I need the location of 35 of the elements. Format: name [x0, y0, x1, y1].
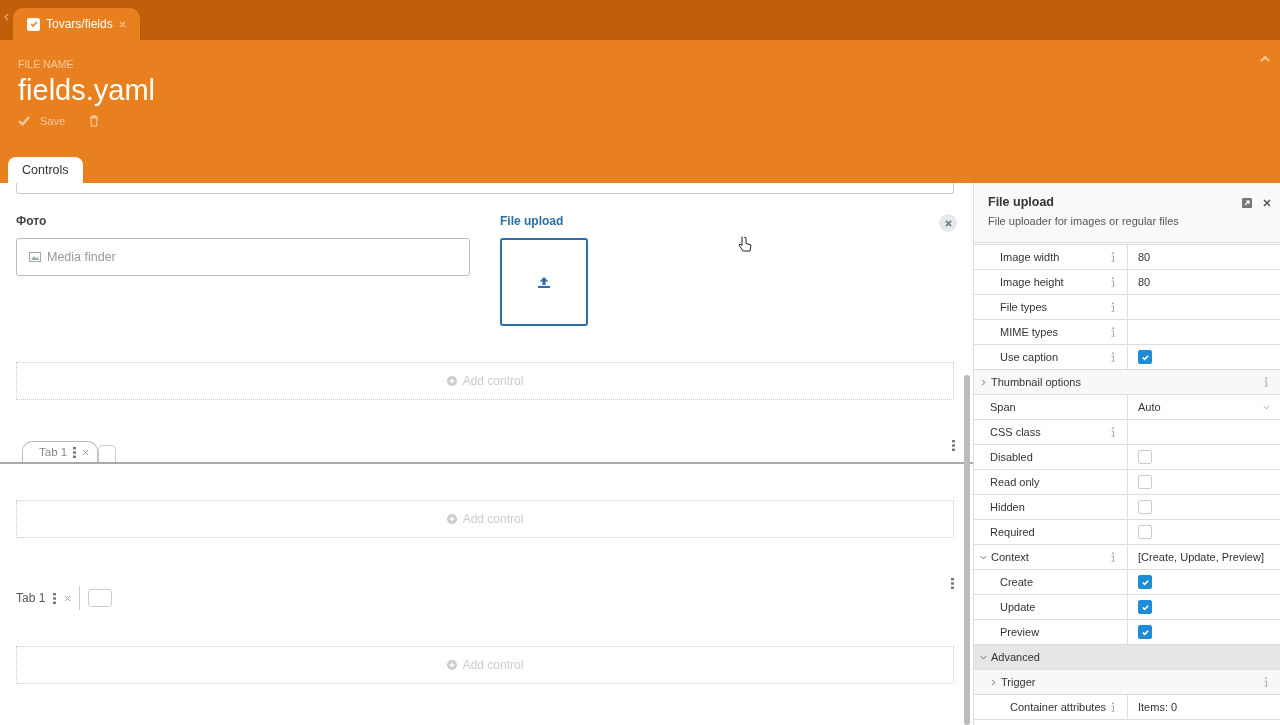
property-label: Thumbnail options — [991, 376, 1081, 388]
property-label: Required — [990, 526, 1035, 538]
file-name: fields.yaml — [18, 74, 156, 107]
property-label: Disabled — [990, 451, 1033, 463]
property-label: Use caption — [1000, 351, 1059, 363]
property-input[interactable]: 80 — [1128, 270, 1280, 294]
field-label: File upload — [500, 214, 564, 228]
property-label: Create — [1000, 576, 1034, 588]
property-label: Update — [1000, 601, 1036, 613]
property-label: Image height — [1000, 276, 1064, 288]
field-caption: FILE NAME — [18, 58, 75, 70]
property-label: Image width — [1000, 251, 1060, 263]
inspector-title: File upload — [988, 195, 1054, 209]
property-label: CSS class — [990, 426, 1041, 438]
inspector-description: File uploader for images or regular files — [988, 215, 1180, 227]
property-label: Preview — [1000, 626, 1040, 638]
property-label: Read only — [990, 476, 1040, 488]
tab[interactable]: Controls — [8, 157, 83, 183]
property-label: Container attributes — [1010, 701, 1106, 713]
property-label: Span — [990, 401, 1016, 413]
media-finder-field[interactable]: Media finder — [16, 238, 470, 276]
property-label: File types — [1000, 301, 1048, 313]
tab-label: Tovars/fields — [46, 17, 113, 31]
property-value: [Create, Update, Preview] — [1137, 550, 1265, 565]
tab[interactable]: Tab 1 — [16, 591, 46, 605]
property-label: MIME types — [1000, 326, 1059, 338]
property-label: Trigger — [1001, 676, 1036, 688]
field-label: Фото — [16, 214, 47, 228]
span-dropdown[interactable]: Auto — [1128, 395, 1280, 419]
property-label: Hidden — [990, 501, 1025, 513]
property-input[interactable]: Items: 0 — [1128, 695, 1280, 719]
property-label: Advanced — [991, 651, 1040, 663]
property-label: Context — [991, 551, 1029, 563]
tab[interactable]: Tab 1 — [22, 441, 99, 462]
property-input[interactable]: 80 — [1128, 245, 1280, 269]
